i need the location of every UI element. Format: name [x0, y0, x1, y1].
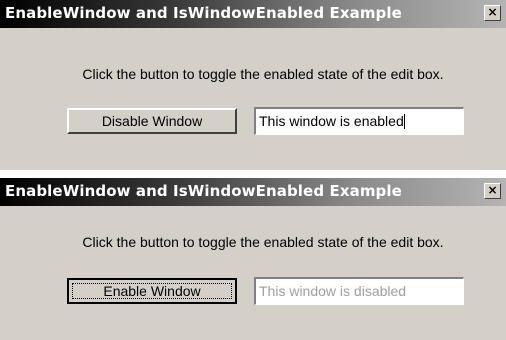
enable-window-button[interactable]: Enable Window: [67, 278, 237, 304]
edit-box-text: This window is disabled: [259, 283, 407, 299]
button-label: Disable Window: [101, 113, 203, 129]
text-caret: [403, 114, 405, 129]
close-icon[interactable]: ×: [484, 5, 501, 21]
edit-box[interactable]: This window is enabled: [254, 107, 464, 135]
focus-rectangle: [72, 283, 232, 299]
disable-window-button[interactable]: Disable Window: [67, 108, 237, 134]
window-title: EnableWindow and IsWindowEnabled Example: [5, 182, 402, 200]
example-window-enabled-state: EnableWindow and IsWindowEnabled Example…: [0, 0, 506, 170]
instructions-text: Click the button to toggle the enabled s…: [82, 234, 444, 250]
window-title: EnableWindow and IsWindowEnabled Example: [5, 4, 402, 22]
edit-box-text: This window is enabled: [259, 113, 404, 129]
instructions-text: Click the button to toggle the enabled s…: [82, 66, 444, 82]
title-bar[interactable]: EnableWindow and IsWindowEnabled Example…: [0, 178, 506, 206]
edit-box-disabled: This window is disabled: [254, 277, 464, 305]
close-icon[interactable]: ×: [484, 183, 501, 199]
example-window-disabled-state: EnableWindow and IsWindowEnabled Example…: [0, 178, 506, 340]
title-bar[interactable]: EnableWindow and IsWindowEnabled Example…: [0, 0, 506, 28]
